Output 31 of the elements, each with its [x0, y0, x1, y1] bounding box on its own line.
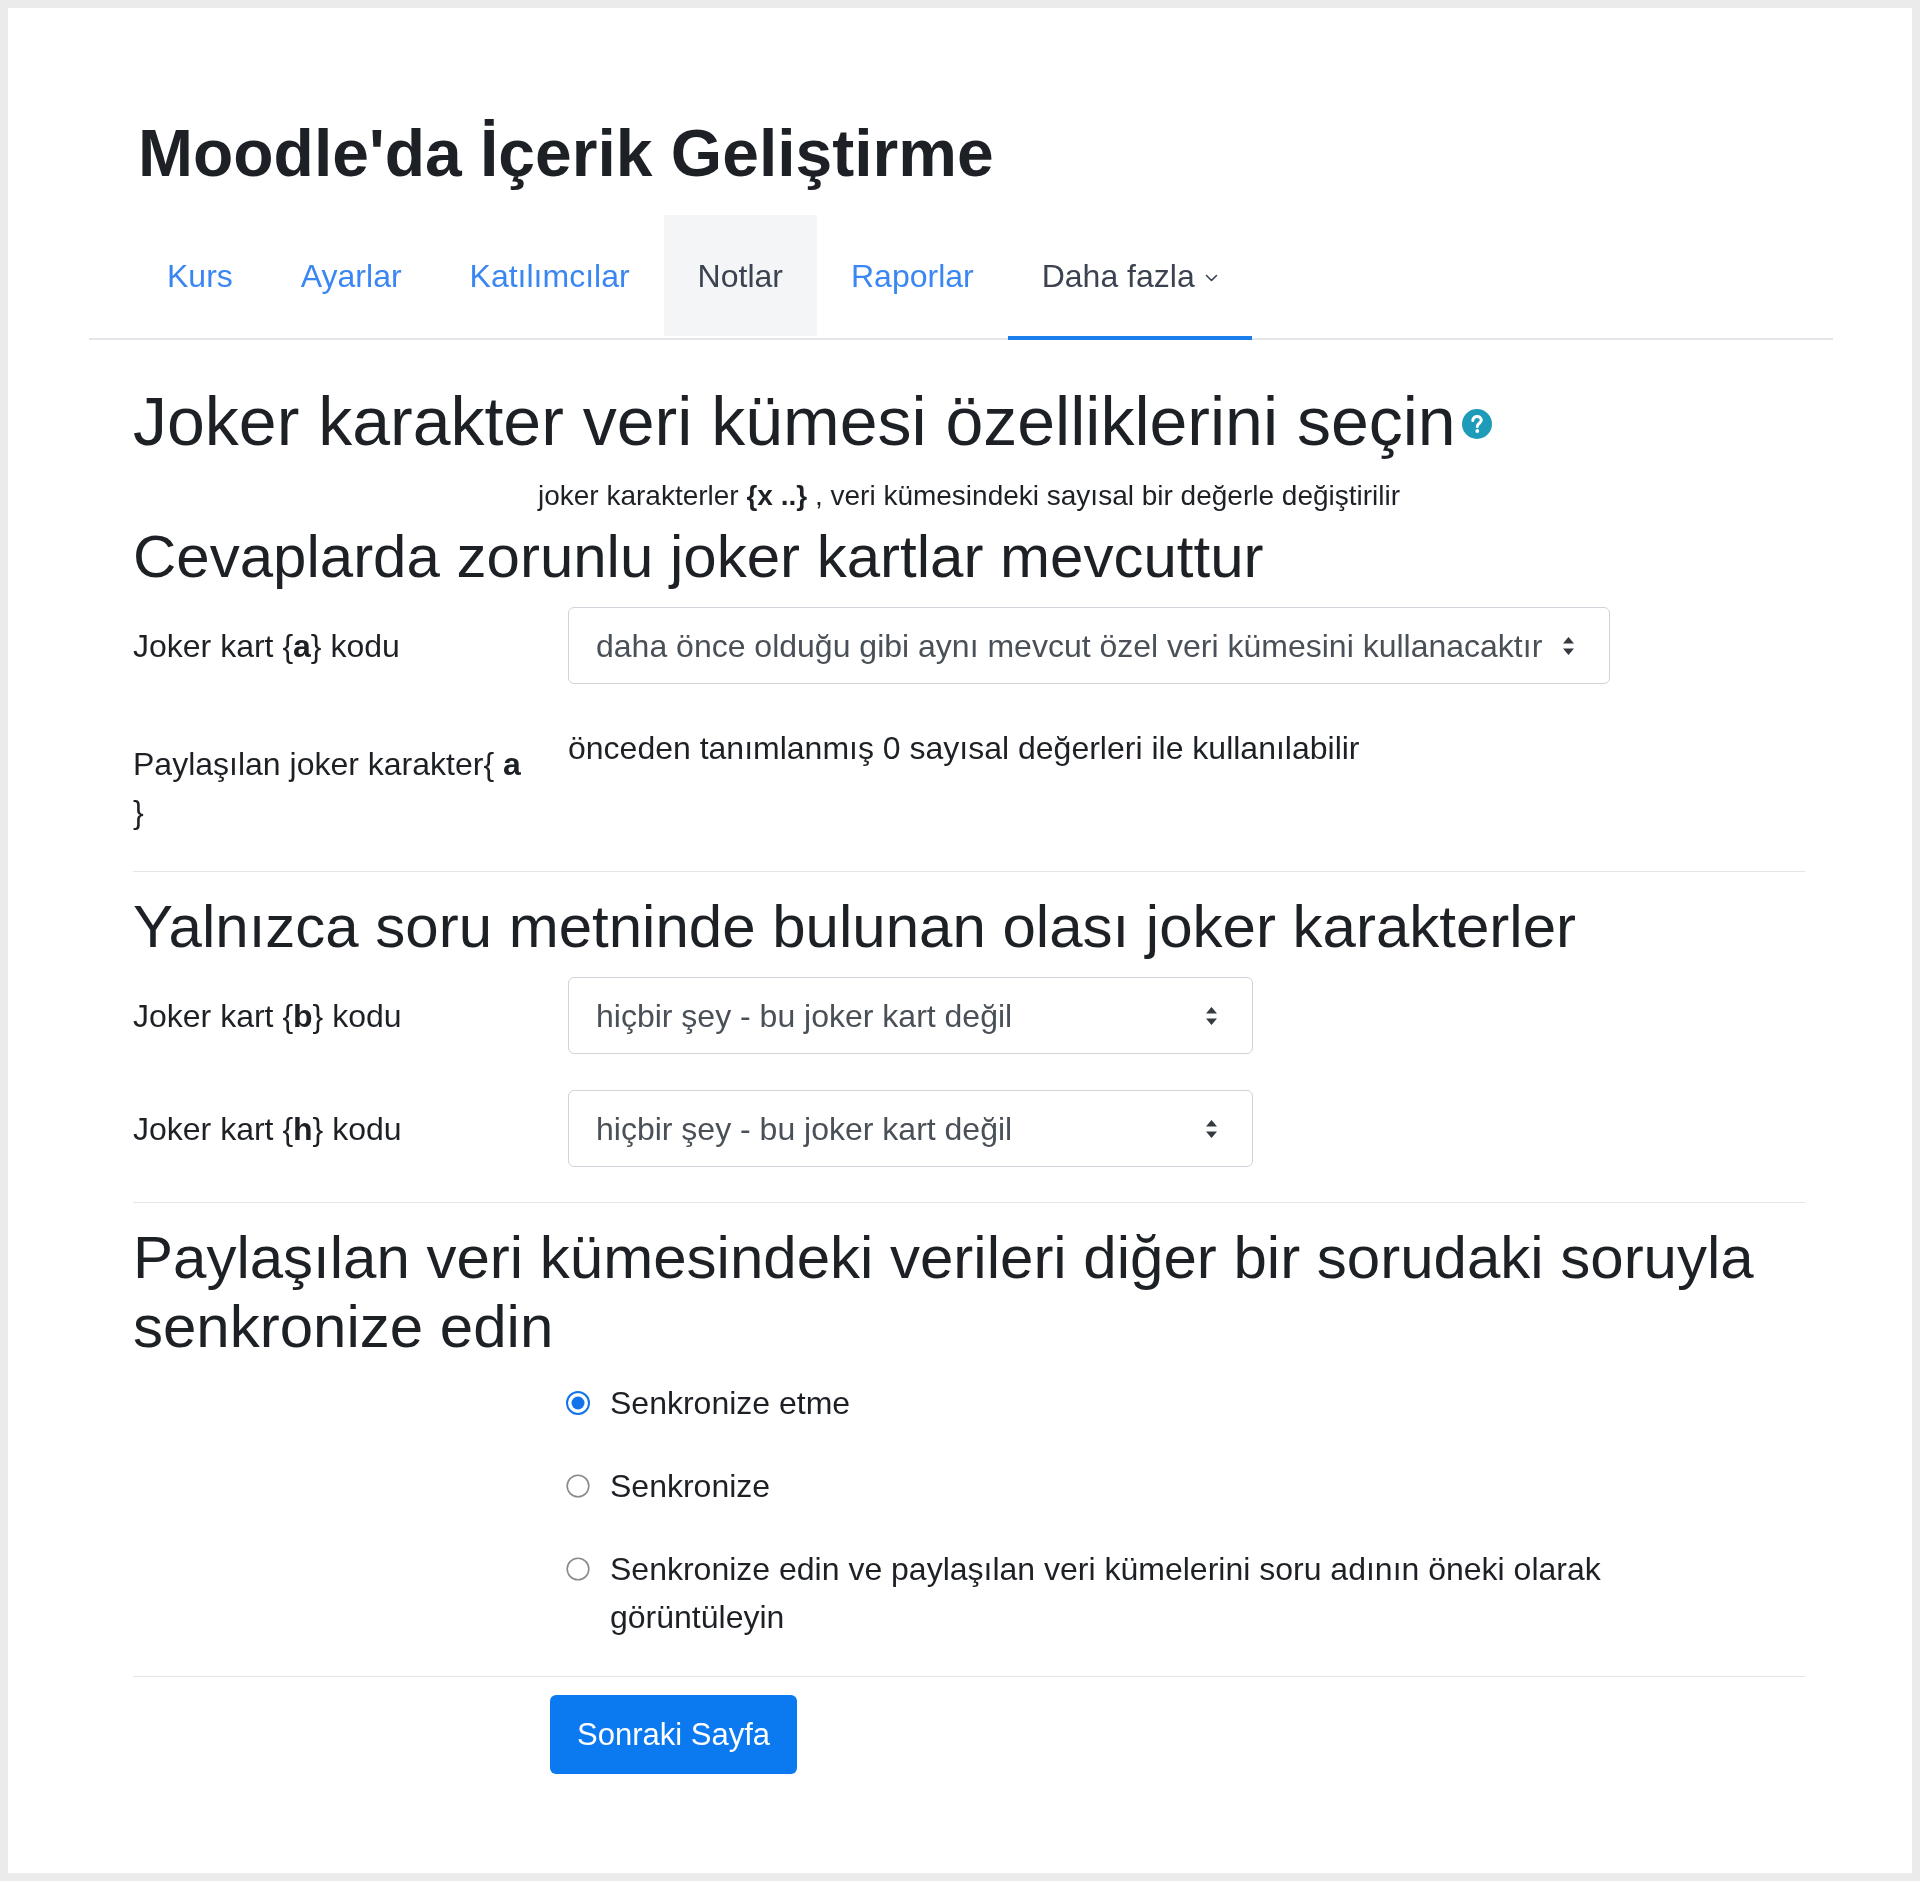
radio-button[interactable]: [566, 1557, 590, 1581]
static-text: önceden tanımlanmış 0 sayısal değerleri ile kullanılabilir: [568, 729, 1360, 768]
up-down-arrows-icon[interactable]: [1205, 1005, 1218, 1026]
dropdown-select[interactable]: hiçbir şey - bu joker kart değil: [568, 977, 1253, 1054]
radio-button[interactable]: [566, 1474, 590, 1498]
section-heading: Cevaplarda zorunlu joker kartlar mevcuttur: [133, 522, 1264, 591]
section-heading: Paylaşılan veri kümesindeki verileri diğer bir sorudaki soruyla senkronize edin: [133, 1223, 1755, 1361]
dropdown-select[interactable]: daha önce olduğu gibi aynı mevcut özel veri kümesini kullanacaktır: [568, 607, 1611, 684]
nav-tab[interactable]: Raporlar: [816, 215, 1008, 340]
nav-tab[interactable]: Kurs: [133, 215, 267, 340]
help-icon[interactable]: [1461, 409, 1492, 439]
course-title: Moodle'da İçerik Geliştirme: [138, 115, 994, 192]
radio-label[interactable]: Senkronize: [610, 1462, 771, 1510]
chevron-down-icon[interactable]: [1204, 273, 1218, 282]
next-page-button[interactable]: Sonraki Sayfa: [550, 1695, 797, 1774]
dropdown-select[interactable]: hiçbir şey - bu joker kart değil: [568, 1090, 1253, 1167]
radio-button[interactable]: [566, 1391, 590, 1415]
field-label: Paylaşılan joker karakter{ a }: [133, 745, 522, 832]
nav-tab[interactable]: Ayarlar: [266, 215, 436, 340]
field-label: Joker kart {b} kodu: [133, 996, 403, 1036]
up-down-arrows-icon[interactable]: [1205, 1118, 1218, 1139]
page-heading: Joker karakter veri kümesi özelliklerini seçin: [133, 382, 1456, 461]
nav-tab[interactable]: Katılımcılar: [435, 215, 664, 340]
nav-tab[interactable]: Daha fazla: [1007, 215, 1252, 340]
radio-label[interactable]: Senkronize edin ve paylaşılan veri kümelerini soru adının öneki olarak görüntüleyin: [610, 1545, 1710, 1641]
description-text: joker karakterler {x ..} , veri kümesindeki sayısal bir değerle değiştirilir: [536, 479, 1402, 513]
field-label: Joker kart {h} kodu: [133, 1109, 403, 1149]
radio-label[interactable]: Senkronize etme: [610, 1379, 851, 1427]
section-heading: Yalnızca soru metninde bulunan olası joker karakterler: [133, 892, 1576, 961]
field-label: Joker kart {a} kodu: [133, 626, 401, 666]
up-down-arrows-icon[interactable]: [1562, 635, 1576, 656]
